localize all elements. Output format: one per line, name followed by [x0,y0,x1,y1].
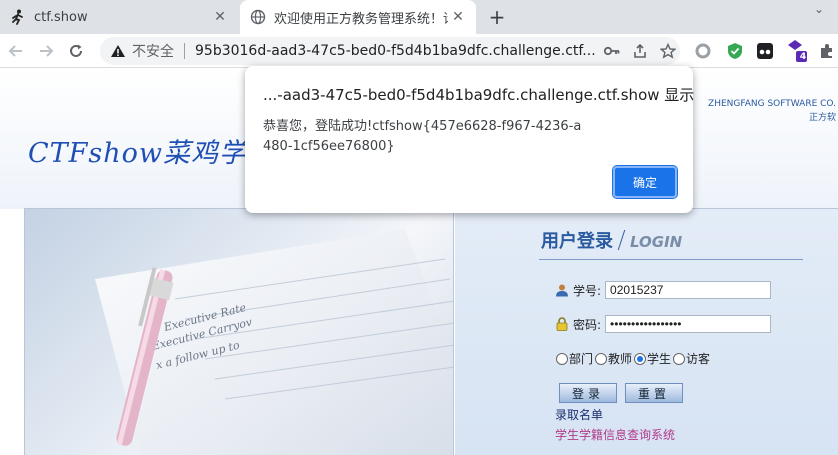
purple-extension-icon[interactable]: 4 [786,40,808,62]
role-option-teacher[interactable]: 教师 [595,350,632,367]
login-panel: 用户登录 LOGIN 学号: 密码: 部门 教师 学生 访客 登录 重置 [455,208,838,455]
reset-button[interactable]: 重置 [625,383,683,403]
glasses-extension-icon[interactable] [754,40,776,62]
star-bookmark-icon[interactable] [657,40,679,62]
tab-ctfshow[interactable]: ctf.show ✕ [0,0,238,34]
shield-check-icon[interactable] [724,40,746,62]
role-option-visitor[interactable]: 访客 [673,350,710,367]
user-icon [555,283,569,297]
documents-pen-image: Executive Rate Executive Carryov x a fol… [95,229,453,455]
alert-dialog: ...-aad3-47c5-bed0-f5d4b1ba9dfc.challeng… [245,66,695,213]
role-radio[interactable] [556,352,568,365]
key-icon[interactable] [601,40,623,62]
warning-triangle-icon[interactable] [110,44,128,58]
site-logo: CTFshow菜鸡学 [28,138,248,169]
divider [184,43,185,59]
ok-button[interactable]: 确定 [612,165,678,199]
student-id-row: 学号: [555,281,772,299]
student-id-label: 学号: [573,283,602,298]
reload-icon[interactable] [64,39,88,63]
back-arrow-icon[interactable] [4,39,28,63]
forward-arrow-icon[interactable] [34,39,58,63]
student-id-input[interactable] [605,281,772,299]
close-tab-icon[interactable]: ✕ [210,7,230,27]
role-option-student[interactable]: 学生 [634,350,671,367]
url-text[interactable]: 95b3016d-aad3-47c5-bed0-f5d4b1ba9dfc.cha… [195,43,595,59]
close-tab-icon[interactable]: ✕ [448,7,468,27]
role-radio-group: 部门 教师 学生 访客 [556,350,712,367]
role-radio[interactable] [595,352,608,365]
admission-list-link[interactable]: 录取名单 [555,406,603,423]
decorative-photo: Executive Rate Executive Carryov x a fol… [24,208,454,455]
company-name: ZHENGFANG SOFTWARE CO. 正方软 [708,97,836,125]
tab-title: 欢迎使用正方教务管理系统！请 [274,11,448,27]
password-label: 密码: [573,317,602,332]
tab-strip: ctf.show ✕ 欢迎使用正方教务管理系统！请 ✕ + ⌄ [0,0,838,34]
lock-icon [555,317,569,331]
role-label: 访客 [686,352,711,366]
new-tab-button[interactable]: + [484,5,510,29]
role-radio[interactable] [634,352,647,365]
globe-icon [250,9,266,25]
extension-badge: 4 [799,52,807,62]
dialog-message: 恭喜您，登陆成功!ctfshow{457e6628-f967-4236-a480… [263,119,582,154]
login-heading: 用户登录 LOGIN [541,227,682,253]
login-button[interactable]: 登录 [559,383,617,403]
role-label: 学生 [647,352,672,366]
password-row: 密码: [555,315,772,333]
dialog-title: ...-aad3-47c5-bed0-f5d4b1ba9dfc.challeng… [263,86,695,104]
share-icon[interactable] [629,40,651,62]
role-radio[interactable] [673,352,686,365]
tab-search-chevron-icon[interactable]: ⌄ [814,2,824,16]
address-bar[interactable]: 不安全 95b3016d-aad3-47c5-bed0-f5d4b1ba9dfc… [100,37,680,65]
login-title-en: LOGIN [630,233,683,251]
role-label: 部门 [569,352,594,366]
company-name-cn: 正方软 [808,113,836,123]
puzzle-extensions-icon[interactable] [816,40,838,62]
role-label: 教师 [608,352,633,366]
not-secure-label[interactable]: 不安全 [132,41,174,61]
circle-extension-icon[interactable] [692,40,714,62]
login-title-cn: 用户登录 [541,231,613,252]
browser-toolbar: 不安全 95b3016d-aad3-47c5-bed0-f5d4b1ba9dfc… [0,34,838,68]
student-status-link[interactable]: 学生学籍信息查询系统 [555,426,675,443]
tab-jiaowu[interactable]: 欢迎使用正方教务管理系统！请 ✕ [240,0,476,34]
runner-icon [10,9,26,25]
tab-title: ctf.show [34,9,88,25]
company-name-en: ZHENGFANG SOFTWARE CO. [708,99,836,109]
heading-rule [539,259,803,260]
heading-divider [617,230,626,250]
role-option-department[interactable]: 部门 [556,350,593,367]
password-input[interactable] [605,315,772,333]
